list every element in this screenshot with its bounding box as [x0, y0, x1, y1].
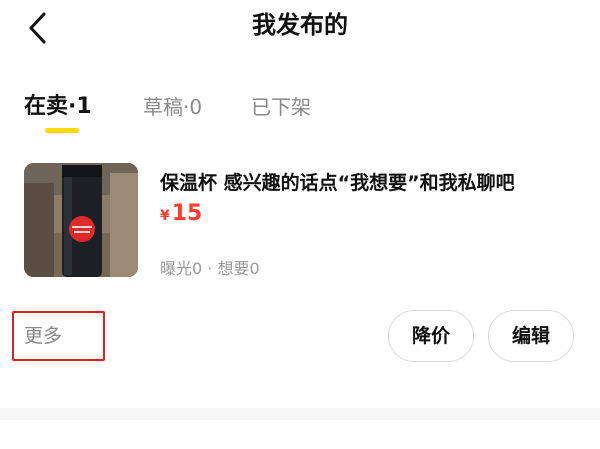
tab-drafts[interactable]: 草稿·0 [143, 88, 202, 132]
bottom-area [0, 420, 600, 449]
product-thumbnail[interactable] [24, 163, 138, 277]
reduce-price-button[interactable]: 降价 [388, 310, 474, 362]
price: ¥15 [160, 201, 202, 226]
price-value: 15 [171, 201, 203, 226]
tab-on-sale[interactable]: 在卖·1 [24, 88, 92, 132]
tab-removed[interactable]: 已下架 [251, 88, 311, 132]
thermos-photo-image [24, 163, 138, 277]
listing-stats: 曝光0 · 想要0 [160, 259, 260, 278]
page-title: 我发布的 [252, 11, 348, 39]
product-title: 保温杯 感兴趣的话点“我想要”和我私聊吧 [160, 172, 515, 194]
listing-item[interactable]: 保温杯 感兴趣的话点“我想要”和我私聊吧 ¥15 曝光0 · 想要0 [24, 163, 584, 281]
header-bar: 我发布的 [0, 0, 600, 60]
tab-bar: 在卖·1 草稿·0 已下架 [0, 88, 600, 138]
section-divider [0, 408, 600, 420]
edit-button[interactable]: 编辑 [488, 310, 574, 362]
currency-symbol: ¥ [160, 208, 170, 224]
active-tab-indicator [45, 128, 79, 133]
more-button[interactable]: 更多 [12, 311, 105, 361]
